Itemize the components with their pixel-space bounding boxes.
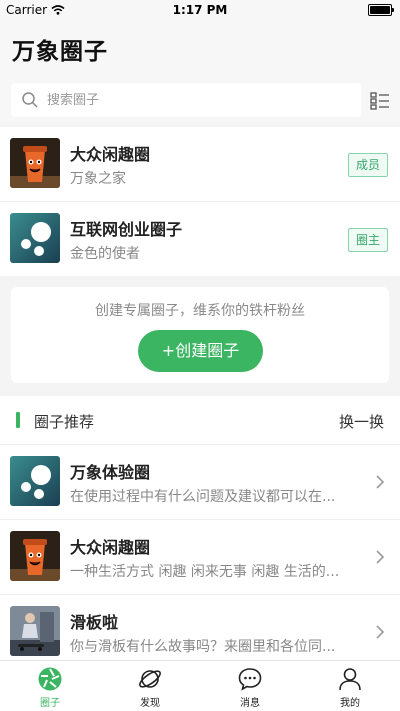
list-item[interactable]: 滑板啦 你与滑板有什么故事吗？来圈里和各位同... — [0, 595, 400, 669]
status-bar: Carrier 1:17 PM — [0, 0, 400, 20]
list-item[interactable]: 大众闲趣圈 万象之家 成员 — [0, 127, 400, 202]
cup-icon — [10, 531, 60, 581]
tab-bar: 圈子 发现 消息 我的 — [0, 660, 400, 711]
tab-profile[interactable]: 我的 — [300, 661, 400, 711]
chevron-right-icon — [376, 550, 385, 564]
cup-icon — [10, 138, 60, 188]
carrier-label: Carrier — [6, 3, 48, 17]
section-title: 圈子推荐 — [34, 413, 95, 431]
circle-desc: 你与滑板有什么故事吗？来圈里和各位同... — [70, 639, 336, 655]
user-icon — [339, 668, 361, 691]
bubbles-icon — [10, 456, 60, 506]
tab-discover[interactable]: 发现 — [100, 661, 200, 711]
member-badge: 成员 — [348, 153, 389, 177]
circle-desc: 在使用过程中有什么问题及建议都可以在... — [70, 489, 336, 505]
circle-desc: 一种生活方式 闲趣 闲来无事 闲趣 生活的... — [70, 564, 340, 580]
tab-label: 发现 — [140, 698, 160, 709]
refresh-button[interactable]: 换一换 — [339, 411, 384, 432]
tab-circles[interactable]: 圈子 — [0, 661, 100, 711]
planet-icon — [139, 670, 161, 688]
tab-label: 我的 — [340, 698, 360, 709]
recommend-list: 万象体验圈 在使用过程中有什么问题及建议都可以在... 大众闲趣圈 一种生活方式… — [0, 445, 400, 669]
owner-badge: 圈主 — [348, 228, 389, 252]
create-prompt: 创建专属圈子，维系你的铁杆粉丝 — [95, 303, 305, 319]
list-item[interactable]: 大众闲趣圈 一种生活方式 闲趣 闲来无事 闲趣 生活的... — [0, 520, 400, 595]
battery-icon — [368, 4, 394, 16]
tab-label: 消息 — [240, 698, 260, 709]
circle-name: 大众闲趣圈 — [70, 538, 151, 557]
circle-name: 滑板啦 — [70, 613, 119, 632]
list-item[interactable]: 互联网创业圈子 金色的使者 圈主 — [0, 202, 400, 276]
my-circles-list: 大众闲趣圈 万象之家 成员 互联网创业圈子 金色的使者 圈主 — [0, 127, 400, 276]
search-icon — [22, 92, 38, 108]
recommend-header: 圈子推荐 换一换 — [0, 396, 400, 445]
chevron-right-icon — [376, 475, 385, 489]
circle-desc: 万象之家 — [70, 171, 126, 187]
bubbles-icon — [10, 213, 60, 263]
search-input[interactable] — [45, 91, 349, 109]
circle-aperture-icon — [38, 667, 62, 691]
list-item[interactable]: 万象体验圈 在使用过程中有什么问题及建议都可以在... — [0, 445, 400, 520]
create-circle-button[interactable]: +创建圈子 — [138, 330, 263, 372]
section-accent-bar — [16, 412, 20, 428]
tab-messages[interactable]: 消息 — [200, 661, 300, 711]
page-title: 万象圈子 — [12, 39, 108, 65]
chat-bubble-icon — [238, 668, 262, 691]
tab-label: 圈子 — [40, 698, 60, 709]
skate-photo — [10, 606, 60, 656]
list-view-icon[interactable] — [370, 92, 390, 110]
search-box[interactable] — [11, 83, 361, 117]
circle-desc: 金色的使者 — [70, 246, 140, 262]
header: 万象圈子 — [0, 20, 400, 122]
create-circle-card: 创建专属圈子，维系你的铁杆粉丝 +创建圈子 — [11, 287, 389, 383]
circle-name: 万象体验圈 — [70, 463, 151, 482]
circle-name: 互联网创业圈子 — [70, 220, 183, 239]
chevron-right-icon — [376, 625, 385, 639]
circle-name: 大众闲趣圈 — [70, 145, 151, 164]
wifi-icon — [51, 5, 65, 15]
